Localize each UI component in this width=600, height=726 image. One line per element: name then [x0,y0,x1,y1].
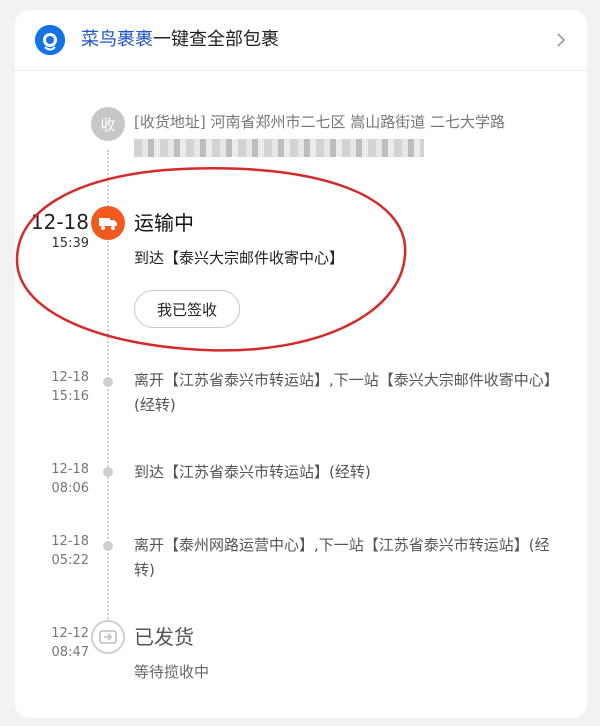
shipped-desc: 等待揽收中 [134,663,210,681]
shipped-hm: 08:47 [51,645,89,660]
event-hm: 05:22 [51,553,89,568]
cainiao-header-bar[interactable]: 菜鸟裹裹一键查全部包裹 [15,10,587,71]
event-date: 12-18 [51,462,89,477]
redacted-address-blur [134,138,424,157]
receive-badge-icon: 收 [91,107,125,141]
brand-name: 菜鸟裹裹 [81,29,153,50]
header-title: 菜鸟裹裹一键查全部包裹 [81,26,279,54]
event-time: 12-18 15:16 [29,368,89,406]
signed-button[interactable]: 我已签收 [134,290,240,328]
current-time: 12-18 15:39 [29,210,89,253]
shipped-date: 12-12 [51,626,89,641]
current-status-title: 运输中 [134,211,194,235]
event-time: 12-18 05:22 [29,532,89,570]
current-hm: 15:39 [51,236,89,251]
header-title-rest: 一键查全部包裹 [153,29,279,50]
shipped-title: 已发货 [134,625,194,649]
event-date: 12-18 [51,370,89,385]
delivery-address: [收货地址] 河南省郑州市二七区 嵩山路街道 二七大学路 [134,110,564,160]
timeline-dot [103,467,113,477]
event-text: 离开【江苏省泰兴市转运站】,下一站【泰兴大宗邮件收寄中心】(经转) [134,371,559,414]
cainiao-logo-icon [35,25,65,55]
tracking-card: 菜鸟裹裹一键查全部包裹 收 [收货地址] 河南省郑州市二七区 嵩山路街道 二七大… [15,10,587,718]
event-text: 到达【江苏省泰兴市转运站】(经转) [134,463,371,481]
event-date: 12-18 [51,534,89,549]
timeline-dot [103,541,113,551]
timeline-dot [103,377,113,387]
current-date: 12-18 [30,210,89,234]
truck-icon [91,206,125,240]
shipped-time: 12-12 08:47 [29,624,89,662]
package-sent-icon [91,620,125,654]
event-hm: 15:16 [51,389,89,404]
current-status-desc: 到达【泰兴大宗邮件收寄中心】 [134,249,345,267]
chevron-right-icon[interactable] [551,30,571,50]
event-hm: 08:06 [51,481,89,496]
address-text: [收货地址] 河南省郑州市二七区 嵩山路街道 二七大学路 [134,113,506,131]
event-text: 离开【泰州网路运营中心】,下一站【江苏省泰兴市转运站】(经转) [134,536,550,579]
event-time: 12-18 08:06 [29,460,89,498]
receive-badge-text: 收 [100,115,116,134]
